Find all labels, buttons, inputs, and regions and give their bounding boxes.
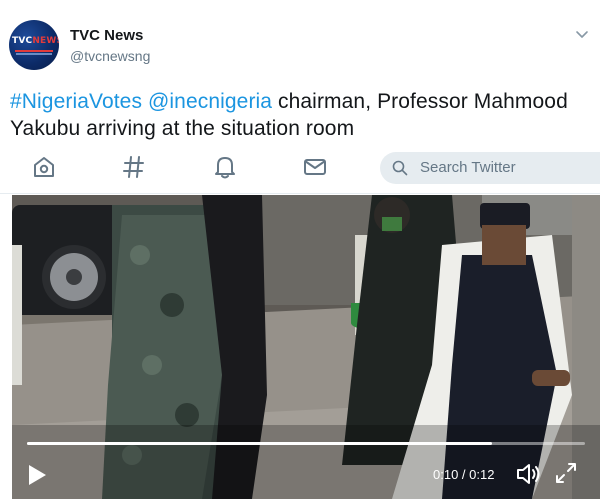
display-name[interactable]: TVC News: [70, 27, 143, 44]
video-progress-bar[interactable]: [27, 442, 585, 445]
avatar-logo-subline: [16, 53, 52, 55]
envelope-icon[interactable]: [302, 154, 328, 180]
avatar-logo-tvc: TVC: [12, 36, 33, 46]
video-frame: [12, 195, 600, 499]
search-icon: [392, 160, 408, 176]
fullscreen-icon[interactable]: [554, 461, 578, 485]
tweet-text: #NigeriaVotes @inecnigeria chairman, Pro…: [10, 88, 595, 142]
play-icon[interactable]: [26, 463, 48, 487]
volume-icon[interactable]: [515, 461, 541, 487]
avatar-logo-bar: [15, 50, 53, 52]
search-input[interactable]: Search Twitter: [380, 152, 600, 184]
video-player[interactable]: 0:10 / 0:12: [12, 195, 600, 499]
user-handle[interactable]: @tvcnewsng: [70, 48, 150, 64]
avatar[interactable]: TVCNEWS: [9, 20, 59, 70]
home-icon[interactable]: [31, 154, 57, 180]
tweet-card: TVCNEWS TVC News @tvcnewsng #NigeriaVote…: [0, 0, 600, 499]
avatar-logo-news: NEWS: [32, 36, 59, 46]
search-placeholder: Search Twitter: [420, 159, 516, 176]
video-time: 0:10 / 0:12: [433, 467, 495, 482]
avatar-logo: TVCNEWS: [12, 36, 59, 50]
hashtag-icon[interactable]: [121, 154, 147, 180]
bell-icon[interactable]: [212, 154, 238, 180]
chevron-down-icon[interactable]: [574, 26, 590, 42]
hashtag-link[interactable]: #NigeriaVotes: [10, 90, 142, 113]
mention-link[interactable]: @inecnigeria: [148, 90, 272, 113]
video-progress-fill: [27, 442, 492, 445]
